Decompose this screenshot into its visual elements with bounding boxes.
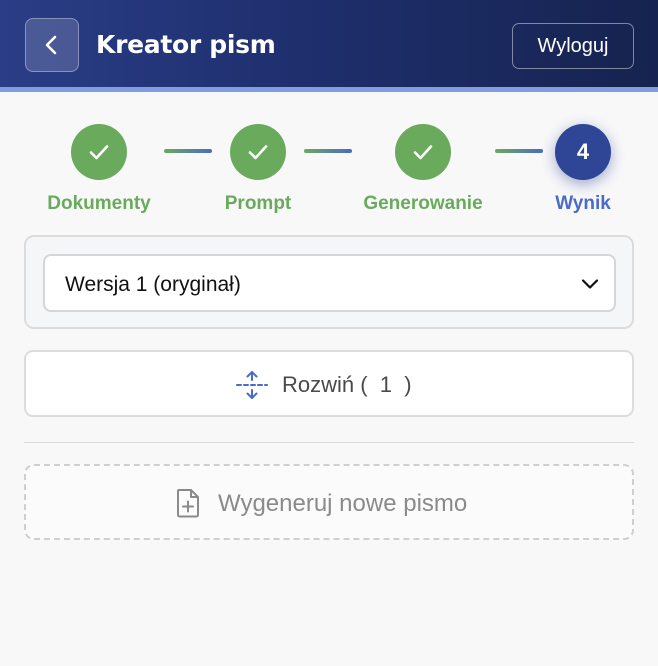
expand-vertical-icon <box>236 371 268 399</box>
step-4-circle: 4 <box>555 124 611 180</box>
check-icon <box>413 145 433 160</box>
divider <box>24 442 634 443</box>
step-connector <box>495 149 543 153</box>
step-3-circle <box>395 124 451 180</box>
file-plus-icon <box>177 489 199 518</box>
version-card: Wersja 1 (oryginał) <box>24 235 634 329</box>
chevron-down-icon <box>581 279 599 289</box>
expand-button-label: Rozwiń ( 1 ) <box>282 372 412 397</box>
step-connector <box>164 149 212 153</box>
check-icon <box>89 145 109 160</box>
header-accent-bar <box>0 87 658 92</box>
expand-button[interactable]: Rozwiń ( 1 ) <box>24 350 634 417</box>
step-1-label: Dokumenty <box>47 193 151 214</box>
step-1-circle <box>71 124 127 180</box>
check-icon <box>248 145 268 160</box>
step-2-circle <box>230 124 286 180</box>
app-header: Kreator pism Wyloguj <box>0 0 658 87</box>
page-title: Kreator pism <box>96 30 276 59</box>
generate-new-letter-button[interactable]: Wygeneruj nowe pismo <box>24 464 634 540</box>
back-button[interactable] <box>25 18 79 72</box>
version-select-value: Wersja 1 (oryginał) <box>65 273 241 296</box>
generate-new-letter-label: Wygeneruj nowe pismo <box>218 490 468 517</box>
step-2-label: Prompt <box>224 193 292 214</box>
logout-button[interactable]: Wyloguj <box>512 23 634 69</box>
step-3-label: Generowanie <box>363 193 483 214</box>
step-connector <box>304 149 352 153</box>
version-select[interactable]: Wersja 1 (oryginał) <box>43 254 616 312</box>
chevron-left-icon <box>45 35 57 55</box>
step-4-label: Wynik <box>555 193 611 214</box>
